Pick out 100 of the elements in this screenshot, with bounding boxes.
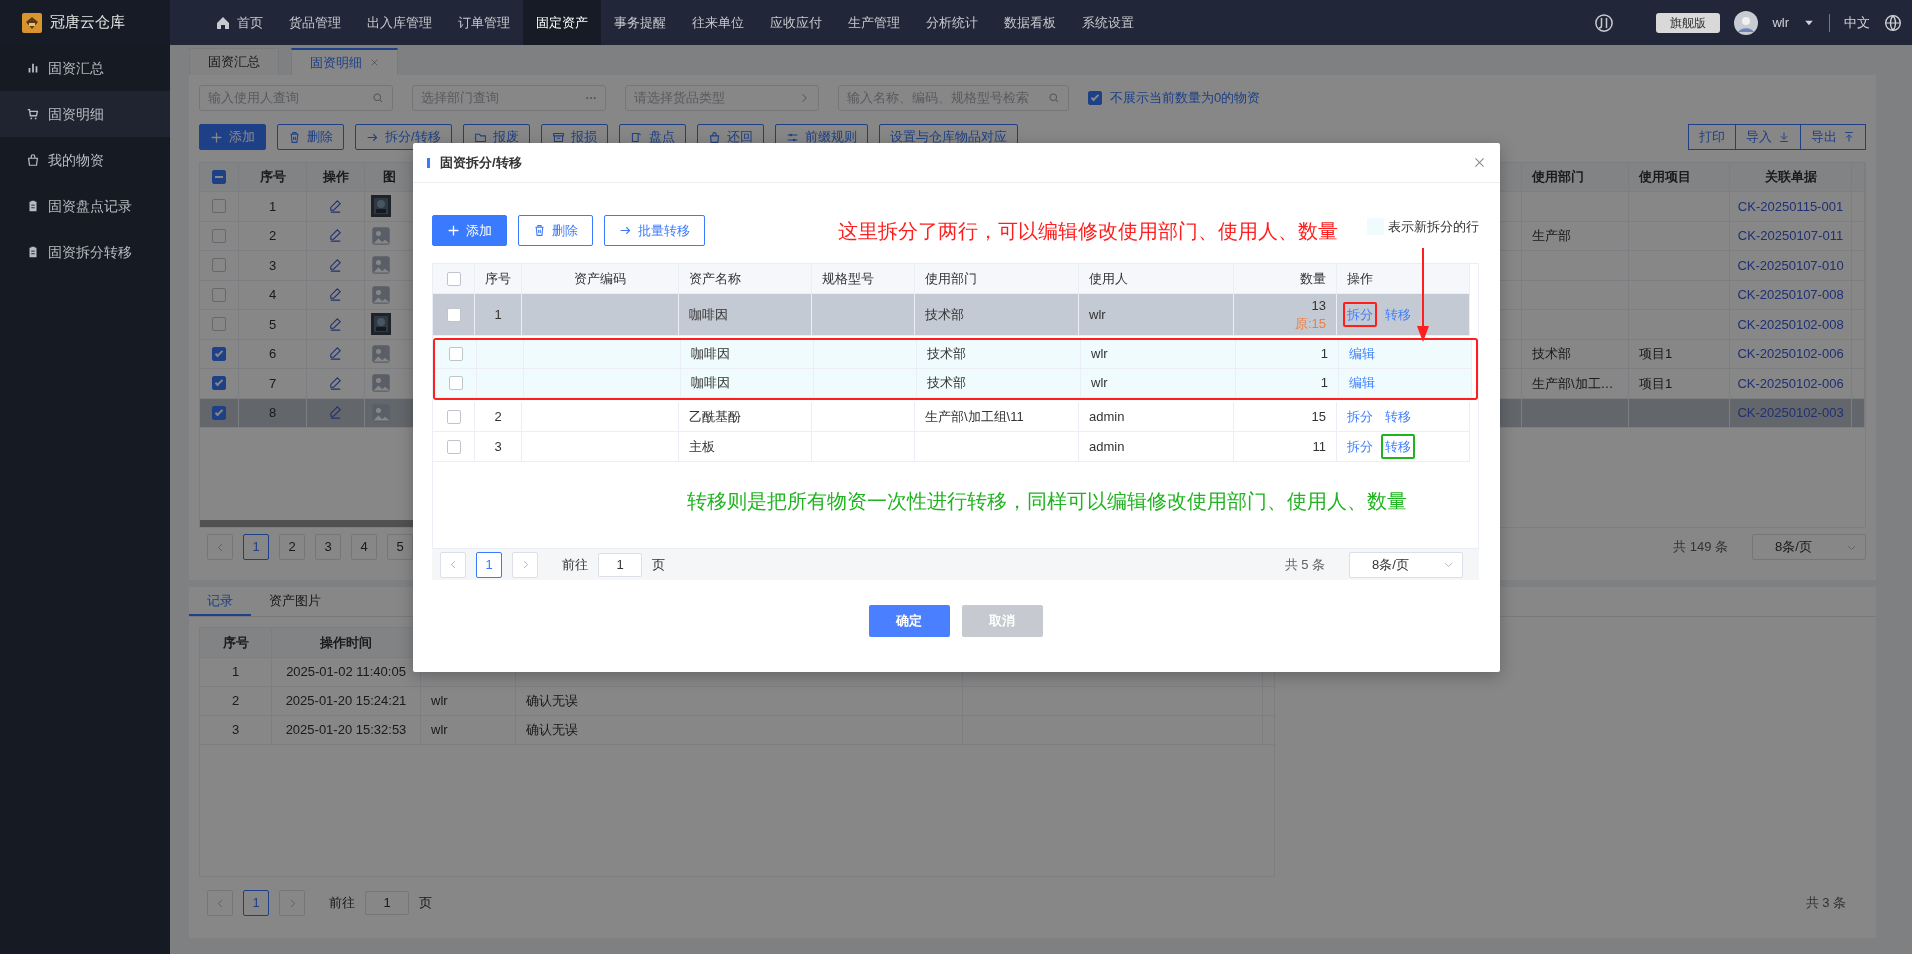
checkbox[interactable] xyxy=(446,439,461,454)
document-link[interactable]: CK-20250102-006 xyxy=(1737,373,1844,393)
toolbar-button[interactable]: 添加 xyxy=(199,124,266,150)
page-arrow-button[interactable] xyxy=(207,534,233,560)
document-link[interactable]: CK-20250102-006 xyxy=(1737,344,1844,364)
page-arrow-button[interactable] xyxy=(279,890,305,916)
page-button[interactable]: 5 xyxy=(387,534,413,560)
toolbar-button[interactable]: 删除 xyxy=(277,124,344,150)
sidebar-item[interactable]: 固资明细 xyxy=(0,91,170,137)
dialog-button[interactable]: 添加 xyxy=(432,215,507,246)
checkbox[interactable] xyxy=(446,271,461,286)
action-link[interactable]: 转移 xyxy=(1381,403,1415,430)
edit-icon[interactable] xyxy=(328,228,343,244)
action-link[interactable]: 转移 xyxy=(1381,301,1415,328)
close-icon[interactable] xyxy=(370,58,379,67)
document-link[interactable]: CK-20250102-008 xyxy=(1737,314,1844,334)
nav-item[interactable]: 分析统计 xyxy=(913,0,991,45)
edit-icon[interactable] xyxy=(328,198,343,214)
table-row[interactable]: 2 乙酰基酚 生产部\加工组\11 admin 15 拆分 转移 xyxy=(433,402,1470,432)
circle-symbol-icon[interactable] xyxy=(1594,12,1615,33)
nav-item[interactable]: 事务提醒 xyxy=(601,0,679,45)
edit-icon[interactable] xyxy=(328,375,343,391)
page-button[interactable]: 4 xyxy=(351,534,377,560)
document-link[interactable]: CK-20250102-003 xyxy=(1737,403,1844,423)
nav-item[interactable]: 首页 xyxy=(202,0,276,45)
page-arrow-button[interactable] xyxy=(512,551,538,578)
checkbox[interactable] xyxy=(212,317,226,332)
table-row[interactable]: 1 咖啡因 技术部 wlr 13 原:15 拆分 转移 xyxy=(433,294,1470,336)
tab[interactable]: 记录 xyxy=(189,587,251,616)
nav-item[interactable]: 数据看板 xyxy=(991,0,1069,45)
sidebar-item[interactable]: 固资拆分转移 xyxy=(0,229,170,275)
document-link[interactable]: CK-20250115-001 xyxy=(1737,196,1844,216)
checkbox[interactable] xyxy=(212,199,226,214)
nav-item[interactable]: 生产管理 xyxy=(835,0,913,45)
nav-item[interactable]: 往来单位 xyxy=(679,0,757,45)
page-arrow-button[interactable] xyxy=(207,890,233,916)
sidebar-item[interactable]: 固资汇总 xyxy=(0,45,170,91)
checkbox[interactable] xyxy=(446,409,461,424)
action-link[interactable]: 编辑 xyxy=(1345,341,1379,367)
checkbox[interactable] xyxy=(212,376,226,391)
column-header: 资产名称 xyxy=(689,269,741,288)
nav-item[interactable]: 货品管理 xyxy=(276,0,354,45)
page-tab[interactable]: 固资明细 xyxy=(291,48,398,75)
page-input[interactable]: 1 xyxy=(365,891,409,915)
page-button[interactable]: 1 xyxy=(476,551,502,578)
page-tab[interactable]: 固资汇总 xyxy=(189,48,279,75)
edit-icon[interactable] xyxy=(328,316,343,332)
user-name[interactable]: wlr xyxy=(1772,12,1789,33)
table-row[interactable]: 咖啡因 技术部 wlr 1 编辑 xyxy=(435,340,1472,369)
toolbar-button[interactable]: 打印 xyxy=(1688,124,1736,150)
nav-item[interactable]: 应收应付 xyxy=(757,0,835,45)
close-icon[interactable] xyxy=(1473,156,1486,169)
page-size-select[interactable]: 8条/页 xyxy=(1349,551,1463,578)
toolbar-button[interactable]: 导入 xyxy=(1735,124,1801,150)
page-button[interactable]: 1 xyxy=(243,534,269,560)
edit-icon[interactable] xyxy=(328,346,343,362)
checkbox[interactable] xyxy=(1088,91,1102,105)
checkbox[interactable] xyxy=(212,228,226,243)
nav-item[interactable]: 订单管理 xyxy=(445,0,523,45)
dialog-button[interactable]: 批量转移 xyxy=(604,215,705,246)
toolbar-button[interactable]: 拆分/转移 xyxy=(355,124,452,150)
page-button[interactable]: 2 xyxy=(279,534,305,560)
page-button[interactable]: 3 xyxy=(315,534,341,560)
table-cell-text: 2025-01-20 15:24:21 xyxy=(285,692,407,711)
document-link[interactable]: CK-20250107-008 xyxy=(1737,285,1844,305)
page-input[interactable]: 1 xyxy=(598,552,642,577)
edit-icon[interactable] xyxy=(328,287,343,303)
sidebar-item[interactable]: 我的物资 xyxy=(0,137,170,183)
checkbox[interactable] xyxy=(212,258,226,273)
checkbox[interactable] xyxy=(212,346,226,361)
action-link[interactable]: 拆分 xyxy=(1343,301,1377,328)
document-link[interactable]: CK-20250107-011 xyxy=(1737,226,1844,246)
checkbox[interactable] xyxy=(212,170,226,184)
edit-icon[interactable] xyxy=(328,257,343,273)
action-link[interactable]: 转移 xyxy=(1381,433,1415,460)
nav-item[interactable]: 系统设置 xyxy=(1069,0,1147,45)
document-link[interactable]: CK-20250107-010 xyxy=(1737,255,1844,275)
toolbar-button[interactable]: 导出 xyxy=(1800,124,1866,150)
page-button[interactable]: 1 xyxy=(243,890,269,916)
table-row[interactable]: 咖啡因 技术部 wlr 1 编辑 xyxy=(435,369,1472,398)
sidebar-item[interactable]: 固资盘点记录 xyxy=(0,183,170,229)
checkbox[interactable] xyxy=(448,376,463,390)
dialog-button[interactable]: 确定 xyxy=(868,605,950,637)
checkbox[interactable] xyxy=(212,405,226,420)
avatar-icon[interactable] xyxy=(1734,10,1759,35)
page-arrow-button[interactable] xyxy=(440,551,466,578)
table-row[interactable]: 3 主板 admin 11 拆分 转移 xyxy=(433,432,1470,462)
page-size-select[interactable]: 8条/页 xyxy=(1752,534,1866,560)
nav-item[interactable]: 固定资产 xyxy=(523,0,601,45)
checkbox[interactable] xyxy=(448,347,463,361)
action-link[interactable]: 编辑 xyxy=(1345,370,1379,396)
action-link[interactable]: 拆分 xyxy=(1343,433,1377,460)
globe-icon[interactable] xyxy=(1884,13,1902,32)
nav-item[interactable]: 出入库管理 xyxy=(354,0,445,45)
dialog-button[interactable]: 删除 xyxy=(518,215,593,246)
edit-icon[interactable] xyxy=(328,405,343,421)
checkbox[interactable] xyxy=(446,307,461,322)
action-link[interactable]: 拆分 xyxy=(1343,403,1377,430)
tab[interactable]: 资产图片 xyxy=(251,587,339,616)
checkbox[interactable] xyxy=(212,287,226,302)
